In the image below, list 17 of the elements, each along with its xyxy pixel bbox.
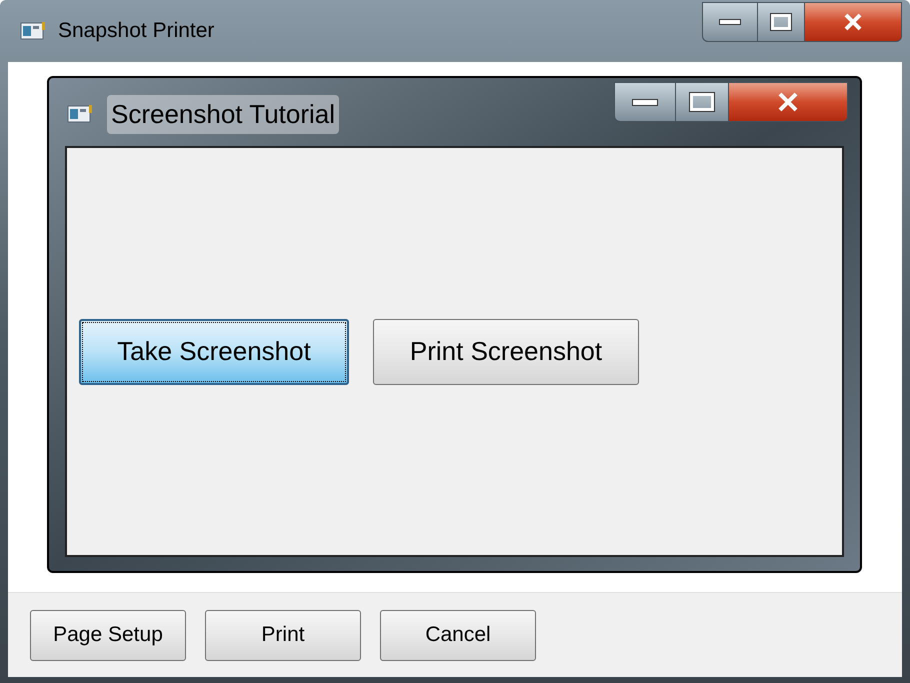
dialog-button[interactable]: Print [205, 610, 361, 660]
preview-button[interactable]: Print Screenshot [373, 318, 639, 384]
maximize-button[interactable] [758, 2, 804, 42]
dialog-button[interactable]: Cancel [380, 610, 536, 660]
maximize-button[interactable] [676, 82, 728, 122]
window-title: Snapshot Printer [58, 18, 214, 44]
preview-button[interactable]: Take Screenshot [79, 318, 349, 384]
minimize-button[interactable] [702, 2, 758, 42]
app-icon [67, 104, 93, 124]
app-icon [20, 21, 46, 41]
window-title: Screenshot Tutorial [107, 94, 340, 134]
dialog-button[interactable]: Page Setup [30, 610, 186, 660]
close-button[interactable] [728, 82, 848, 122]
minimize-button[interactable] [614, 82, 676, 122]
close-button[interactable] [804, 2, 902, 42]
close-icon [843, 13, 863, 31]
close-icon [776, 92, 800, 112]
